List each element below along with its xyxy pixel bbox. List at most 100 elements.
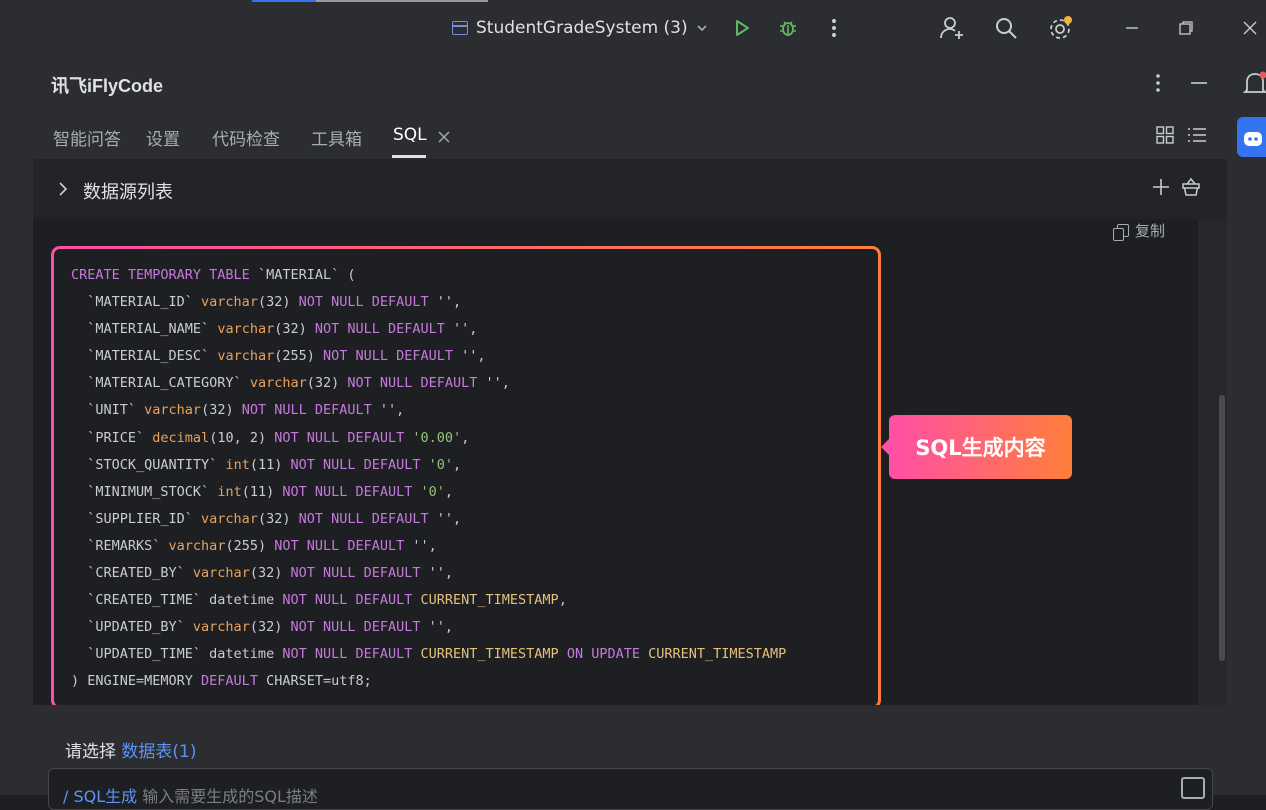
send-button[interactable] xyxy=(1181,777,1205,799)
code-token: `UPDATED_TIME` datetime xyxy=(71,646,282,662)
code-token: '', xyxy=(372,402,405,418)
panel-options-button[interactable] xyxy=(1155,73,1161,97)
code-token: varchar xyxy=(193,619,250,635)
run-button[interactable] xyxy=(728,14,756,42)
code-line: `CREATED_TIME` datetime NOT NULL DEFAULT… xyxy=(71,587,786,614)
settings-button[interactable] xyxy=(1046,14,1074,42)
active-tab-indicator xyxy=(392,155,426,158)
code-token: ON UPDATE xyxy=(567,646,640,662)
code-token: varchar xyxy=(144,402,201,418)
grid-view-button[interactable] xyxy=(1156,126,1174,148)
code-token: '0.00' xyxy=(412,430,461,446)
code-token: NOT NULL DEFAULT xyxy=(323,348,453,364)
progress-track xyxy=(316,0,488,2)
user-add-icon xyxy=(939,15,965,41)
code-token: NOT NULL DEFAULT xyxy=(282,646,412,662)
code-line: `MATERIAL_CATEGORY` varchar(32) NOT NULL… xyxy=(71,370,786,397)
code-token: CURRENT_TIMESTAMP xyxy=(421,592,559,608)
debug-button[interactable] xyxy=(774,14,802,42)
datasource-section[interactable]: 数据源列表 xyxy=(33,159,1227,219)
copy-button[interactable]: 复制 xyxy=(1117,219,1165,241)
code-token: '', xyxy=(421,565,454,581)
more-actions-button[interactable] xyxy=(820,14,848,42)
tab-code-check[interactable]: 代码检查 xyxy=(212,125,280,150)
add-user-button[interactable] xyxy=(938,14,966,42)
iflycode-toolwindow-button[interactable] xyxy=(1237,117,1266,157)
search-icon xyxy=(994,16,1018,40)
tab-smart-qa[interactable]: 智能问答 xyxy=(53,125,121,150)
code-line: ) ENGINE=MEMORY DEFAULT CHARSET=utf8; xyxy=(71,668,786,695)
datasource-basket-button[interactable] xyxy=(1181,177,1201,201)
code-token: '', xyxy=(429,511,462,527)
code-token: '0' xyxy=(429,457,453,473)
robot-icon xyxy=(1242,127,1264,149)
code-token: CHARSET=utf8; xyxy=(258,673,372,689)
close-icon xyxy=(438,131,450,143)
restore-window-button[interactable] xyxy=(1172,14,1200,42)
scrollbar-thumb[interactable] xyxy=(1219,395,1225,661)
sql-code: CREATE TEMPORARY TABLE `MATERIAL` ( `MAT… xyxy=(71,262,786,696)
code-token: (32) xyxy=(274,321,315,337)
code-line: `SUPPLIER_ID` varchar(32) NOT NULL DEFAU… xyxy=(71,506,786,533)
list-icon xyxy=(1187,126,1207,144)
restore-icon xyxy=(1178,20,1194,36)
iflycode-panel: 讯飞iFlyCode 智能问答 设置 代码检查 工具箱 SQL xyxy=(33,55,1227,795)
bell-icon xyxy=(1243,71,1266,97)
panel-hide-button[interactable] xyxy=(1189,73,1209,97)
code-token: CREATE TEMPORARY TABLE xyxy=(71,267,250,283)
table-chooser: 请选择 数据表(1) xyxy=(65,737,197,762)
minimize-window-button[interactable] xyxy=(1118,14,1146,42)
code-token: , xyxy=(445,484,453,500)
plus-icon xyxy=(1152,178,1170,196)
minimize-icon xyxy=(1124,20,1140,36)
project-name: StudentGradeSystem (3) xyxy=(476,18,688,38)
grid-icon xyxy=(1156,126,1174,144)
project-selector[interactable]: StudentGradeSystem (3) xyxy=(452,16,708,40)
code-token: `MATERIAL_ID` xyxy=(71,294,201,310)
tab-settings[interactable]: 设置 xyxy=(146,125,180,150)
code-token: `UNIT` xyxy=(71,402,144,418)
code-line: `MATERIAL_ID` varchar(32) NOT NULL DEFAU… xyxy=(71,289,786,316)
code-line: `CREATED_BY` varchar(32) NOT NULL DEFAUL… xyxy=(71,560,786,587)
list-view-button[interactable] xyxy=(1187,126,1207,148)
chevron-right-icon xyxy=(58,182,68,196)
code-token: varchar xyxy=(201,294,258,310)
code-line: `STOCK_QUANTITY` int(11) NOT NULL DEFAUL… xyxy=(71,452,786,479)
code-line: `REMARKS` varchar(255) NOT NULL DEFAULT … xyxy=(71,533,786,560)
tab-sql[interactable]: SQL xyxy=(393,125,427,145)
code-line: `UPDATED_TIME` datetime NOT NULL DEFAULT… xyxy=(71,641,786,668)
code-token: (255) xyxy=(274,348,323,364)
tab-toolbox[interactable]: 工具箱 xyxy=(311,125,362,150)
code-token: `MATERIAL` ( xyxy=(250,267,356,283)
tab-sql-close-button[interactable] xyxy=(438,128,450,147)
code-token: varchar xyxy=(201,511,258,527)
datasource-title: 数据源列表 xyxy=(83,178,173,204)
gear-icon xyxy=(1047,15,1073,41)
code-token: (11) xyxy=(250,457,291,473)
code-line: `UNIT` varchar(32) NOT NULL DEFAULT '', xyxy=(71,397,786,424)
close-window-button[interactable] xyxy=(1236,14,1264,42)
right-tool-strip xyxy=(1227,55,1266,795)
code-token: `CREATED_BY` xyxy=(71,565,193,581)
code-token: `MATERIAL_CATEGORY` xyxy=(71,375,250,391)
code-token: NOT NULL DEFAULT xyxy=(290,457,420,473)
choose-table-link[interactable]: 数据表(1) xyxy=(121,742,196,762)
code-token: NOT NULL DEFAULT xyxy=(315,321,445,337)
add-datasource-button[interactable] xyxy=(1152,178,1170,200)
code-token: '', xyxy=(429,294,462,310)
code-token: `MATERIAL_DESC` xyxy=(71,348,217,364)
code-token: varchar xyxy=(250,375,307,391)
sql-prompt-input[interactable]: / SQL生成 输入需要生成的SQL描述 xyxy=(48,768,1213,810)
notifications-button[interactable] xyxy=(1243,71,1266,101)
code-token: '0' xyxy=(421,484,445,500)
code-token: (11) xyxy=(242,484,283,500)
more-vertical-icon xyxy=(1155,73,1161,93)
copy-label: 复制 xyxy=(1135,220,1165,241)
code-line: `UPDATED_BY` varchar(32) NOT NULL DEFAUL… xyxy=(71,614,786,641)
code-token: NOT NULL DEFAULT xyxy=(282,484,412,500)
code-token xyxy=(412,592,420,608)
search-button[interactable] xyxy=(992,14,1020,42)
code-token: int xyxy=(217,484,241,500)
code-line: `MATERIAL_DESC` varchar(255) NOT NULL DE… xyxy=(71,343,786,370)
code-token xyxy=(640,646,648,662)
